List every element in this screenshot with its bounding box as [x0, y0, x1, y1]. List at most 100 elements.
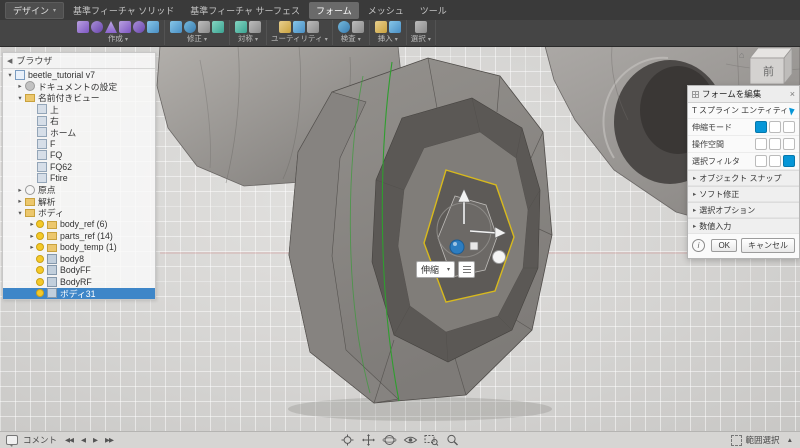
create-pipe-icon[interactable]: [133, 21, 145, 33]
browser-item-view-f[interactable]: F: [3, 138, 155, 150]
cancel-button[interactable]: キャンセル: [741, 238, 795, 253]
selection-mode-icon[interactable]: [730, 434, 742, 446]
visibility-bulb-icon[interactable]: [36, 243, 44, 252]
expander-icon[interactable]: ▸: [28, 243, 36, 251]
tab-form[interactable]: フォーム: [308, 1, 359, 19]
visibility-bulb-icon[interactable]: [36, 231, 44, 240]
visibility-bulb-icon[interactable]: [36, 254, 44, 263]
tab-tools[interactable]: ツール: [413, 2, 454, 19]
space-local-icon[interactable]: [783, 138, 795, 150]
comment-icon[interactable]: [6, 435, 18, 447]
section-soft-modification[interactable]: ▸ ソフト修正: [688, 186, 799, 202]
create-sphere-icon[interactable]: [91, 21, 103, 33]
expander-icon[interactable]: ▾: [16, 209, 24, 217]
bridge-icon[interactable]: [212, 21, 224, 33]
tab-mesh[interactable]: メッシュ: [361, 2, 411, 19]
group-label-select[interactable]: 選択 ▾: [411, 34, 431, 45]
ok-button[interactable]: OK: [711, 239, 737, 252]
browser-item-view-right[interactable]: 右: [3, 115, 155, 127]
mirror-symmetry-icon[interactable]: [235, 21, 247, 33]
mini-options-button[interactable]: [458, 261, 476, 278]
close-icon[interactable]: ×: [790, 89, 795, 99]
tab-base-feature-surface[interactable]: 基準フィーチャ サーフェス: [183, 2, 307, 19]
browser-item-body-temp[interactable]: ▸ body_temp (1): [3, 242, 155, 254]
info-icon[interactable]: i: [692, 239, 705, 252]
selection-mode-label[interactable]: 範囲選択: [746, 434, 780, 446]
filter-edge-icon[interactable]: [769, 155, 781, 167]
browser-item-body31-selected[interactable]: ボディ31: [3, 287, 155, 299]
browser-item-named-views[interactable]: ▾ 名前付きビュー: [3, 92, 155, 104]
zoom-window-icon[interactable]: [424, 434, 439, 446]
expander-icon[interactable]: ▸: [16, 197, 24, 205]
create-torus-icon[interactable]: [119, 21, 131, 33]
mode-scale-icon[interactable]: [783, 121, 795, 133]
home-icon[interactable]: ⌂: [739, 50, 744, 60]
browser-item-root[interactable]: ▾ beetle_tutorial v7: [3, 69, 155, 81]
visibility-bulb-icon[interactable]: [36, 289, 44, 298]
orbit-icon[interactable]: [382, 434, 397, 446]
visibility-bulb-icon[interactable]: [36, 266, 44, 275]
convert-icon[interactable]: [307, 21, 320, 33]
browser-item-view-top[interactable]: 上: [3, 104, 155, 116]
browser-item-body-ref[interactable]: ▸ body_ref (6): [3, 219, 155, 231]
dialog-header[interactable]: フォームを編集 ×: [688, 86, 799, 103]
visibility-bulb-icon[interactable]: [36, 277, 44, 286]
browser-item-analysis[interactable]: ▸ 解析: [3, 196, 155, 208]
repair-body-icon[interactable]: [293, 21, 306, 33]
browser-item-bodyrf[interactable]: BodyRF: [3, 276, 155, 288]
browser-item-bodies[interactable]: ▾ ボディ: [3, 207, 155, 219]
expander-icon[interactable]: ▸: [16, 82, 24, 90]
browser-item-view-fq62[interactable]: FQ62: [3, 161, 155, 173]
insert-svg-icon[interactable]: [388, 21, 401, 33]
clear-symmetry-icon[interactable]: [249, 21, 261, 33]
create-cone-icon[interactable]: [105, 21, 117, 33]
browser-item-bodyff[interactable]: BodyFF: [3, 265, 155, 277]
filter-vertex-icon[interactable]: [755, 155, 767, 167]
group-label-symmetry[interactable]: 対称 ▾: [238, 34, 258, 45]
viewcube-front-face[interactable]: 前: [763, 64, 774, 78]
section-object-snap[interactable]: ▸ オブジェクト スナップ: [688, 170, 799, 186]
mode-rotate-icon[interactable]: [769, 121, 781, 133]
timeline-step-back-icon[interactable]: ◀: [81, 436, 86, 444]
comment-label[interactable]: コメント: [23, 434, 57, 446]
expander-icon[interactable]: ▾: [6, 71, 14, 79]
display-mode-icon[interactable]: [279, 21, 292, 33]
fit-view-icon[interactable]: [340, 434, 355, 446]
group-label-insert[interactable]: 挿入 ▾: [378, 34, 398, 45]
design-workspace-menu[interactable]: デザイン ▾: [5, 1, 65, 19]
drag-grip-icon[interactable]: [692, 90, 699, 98]
tab-base-feature-solid[interactable]: 基準フィーチャ ソリッド: [66, 2, 181, 19]
browser-header[interactable]: ◀ ブラウザ: [3, 53, 155, 69]
zoom-icon[interactable]: [445, 434, 460, 446]
timeline-play-icon[interactable]: ▶: [93, 436, 98, 444]
browser-item-view-fq[interactable]: FQ: [3, 150, 155, 162]
expander-icon[interactable]: ▸: [16, 186, 24, 194]
visibility-bulb-icon[interactable]: [36, 220, 44, 229]
gizmo-plane-handle[interactable]: [469, 241, 479, 251]
group-label-inspect[interactable]: 検査 ▾: [341, 34, 361, 45]
insert-mesh-icon[interactable]: [374, 21, 387, 33]
group-label-modify[interactable]: 修正 ▾: [187, 34, 207, 45]
group-label-utilities[interactable]: ユーティリティ ▾: [271, 34, 328, 45]
gizmo-sphere-handle[interactable]: [449, 239, 465, 255]
section-selection-options[interactable]: ▸ 選択オプション: [688, 202, 799, 218]
gizmo-scale-handle[interactable]: [492, 250, 506, 264]
mode-translate-icon[interactable]: [755, 121, 767, 133]
section-numeric-input[interactable]: ▸ 数値入力: [688, 218, 799, 234]
look-at-icon[interactable]: [403, 434, 418, 446]
browser-item-parts-ref[interactable]: ▸ parts_ref (14): [3, 230, 155, 242]
browser-item-view-ftire[interactable]: Ftire: [3, 173, 155, 185]
expander-icon[interactable]: ▸: [28, 232, 36, 240]
expander-icon[interactable]: ▸: [28, 220, 36, 228]
curvature-icon[interactable]: [351, 21, 364, 33]
timeline-skip-start-icon[interactable]: ◀◀: [65, 436, 74, 444]
insert-edge-icon[interactable]: [184, 21, 196, 33]
browser-item-body8[interactable]: body8: [3, 253, 155, 265]
collapse-panel-icon[interactable]: ◀: [7, 57, 12, 65]
browser-item-origin[interactable]: ▸ 原点: [3, 184, 155, 196]
create-box-icon[interactable]: [77, 21, 89, 33]
stretch-mode-dropdown[interactable]: 伸縮 ▾: [416, 261, 456, 278]
edit-form-icon[interactable]: [170, 21, 182, 33]
measure-icon[interactable]: [337, 21, 350, 33]
space-view-icon[interactable]: [769, 138, 781, 150]
